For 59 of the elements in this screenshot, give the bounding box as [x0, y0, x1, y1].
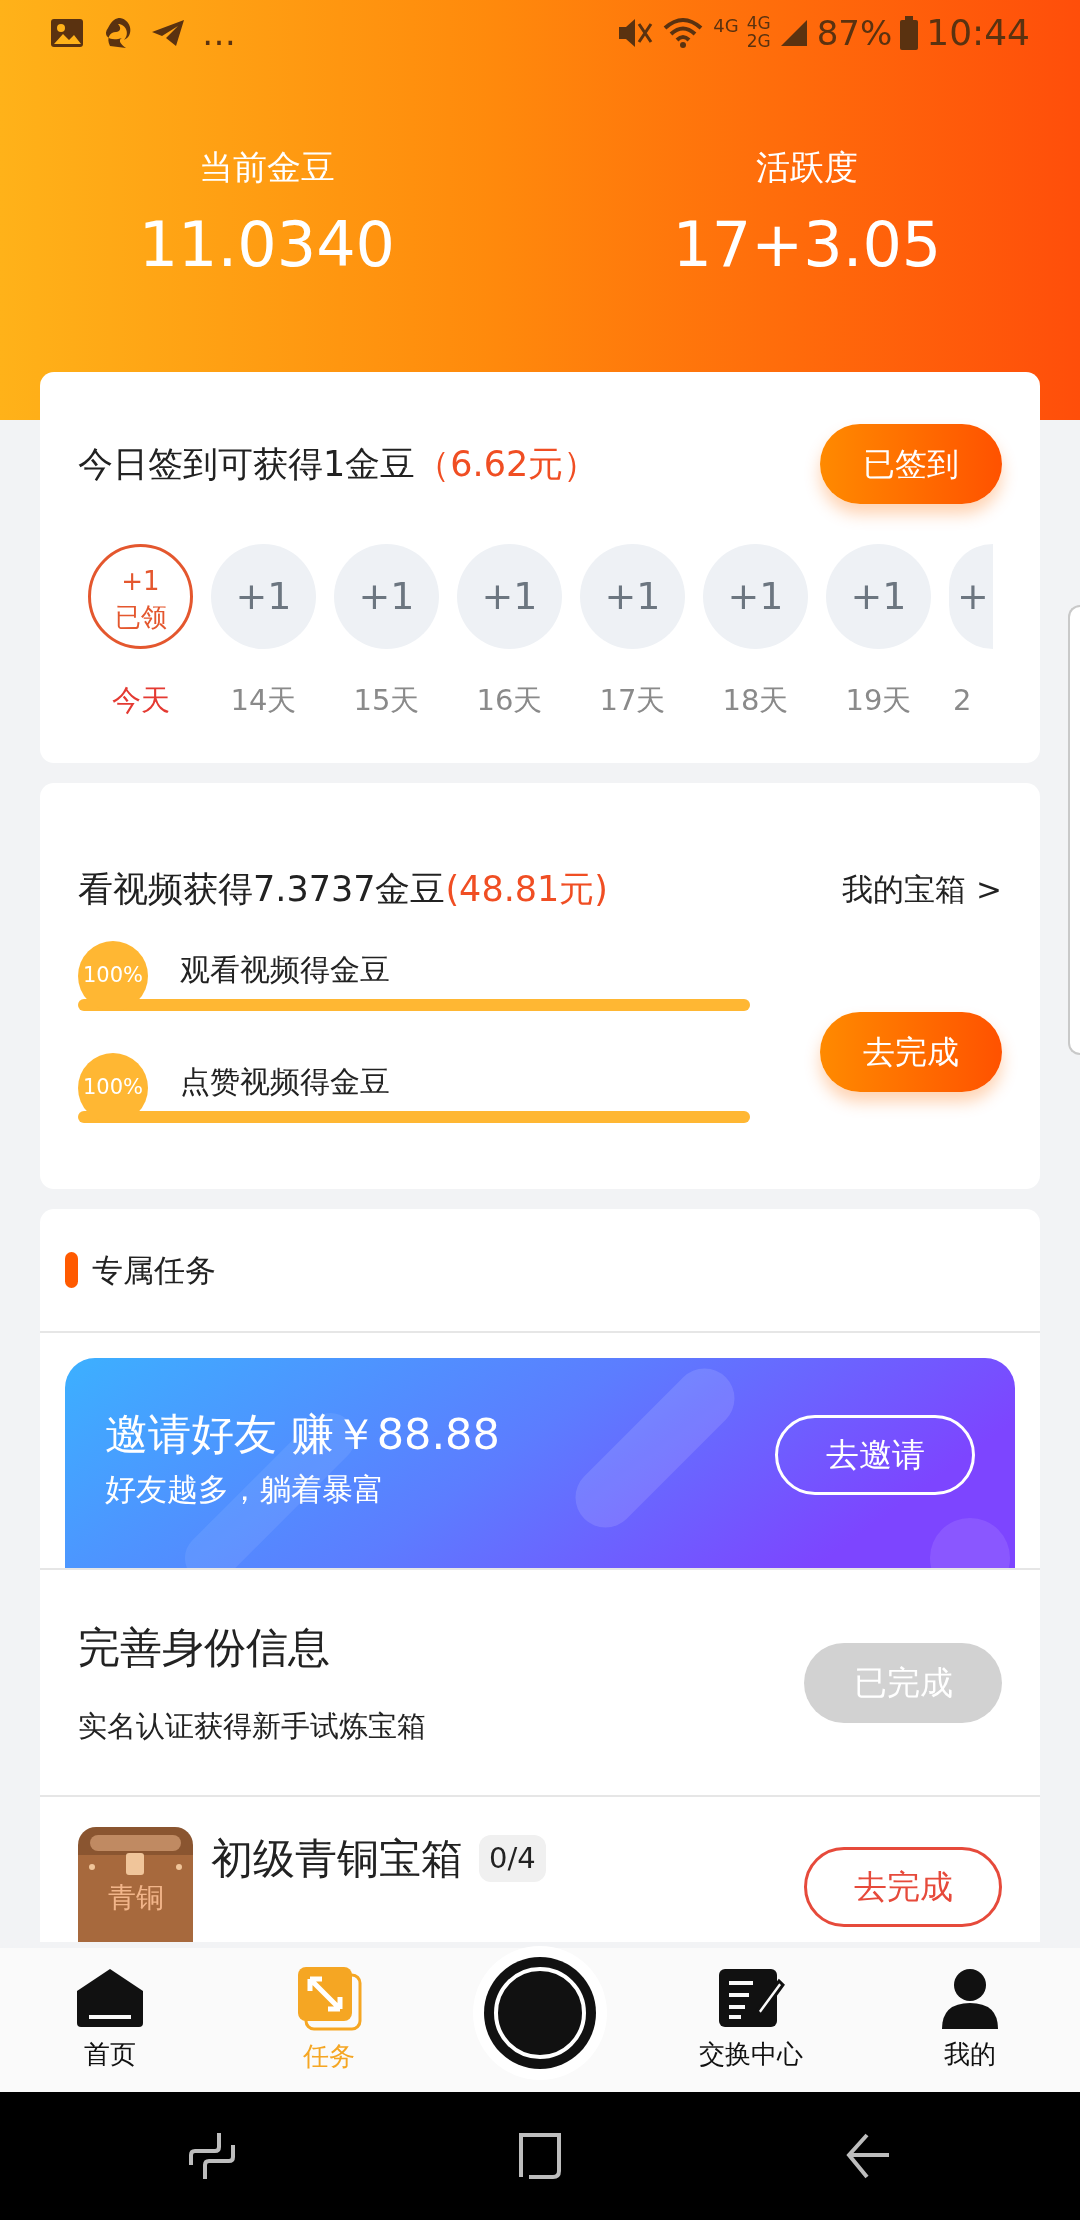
task-description: 实名认证获得新手试炼宝箱	[78, 1708, 426, 1746]
task-label: 观看视频得金豆	[180, 950, 390, 989]
day-label: 18天	[721, 682, 790, 719]
day-label: 16天	[475, 682, 544, 719]
person-icon[interactable]	[940, 1966, 1001, 2029]
banner-title: 邀请好友 赚￥88.88	[105, 1407, 500, 1461]
stat-value: 17+3.05	[672, 211, 942, 280]
home-button-icon[interactable]	[517, 2131, 563, 2181]
checkin-title: 今日签到可获得1金豆（6.62元）	[78, 442, 599, 486]
checkin-button[interactable]: 已签到	[820, 424, 1002, 504]
network-label: 2G	[746, 33, 771, 51]
progress-count: 0/4	[479, 1834, 546, 1883]
network-label: 4G	[713, 14, 739, 38]
my-chest-link[interactable]: 我的宝箱 >	[842, 865, 1002, 912]
recent-apps-icon[interactable]	[189, 2131, 235, 2181]
banner-subtitle: 好友越多，躺着暴富	[105, 1470, 385, 1509]
battery-icon	[900, 16, 919, 50]
tab-item[interactable]: 我的	[895, 1966, 1046, 2074]
paper-plane-icon	[150, 18, 186, 48]
stat-label: 活跃度	[755, 146, 858, 189]
day-label: 15天	[352, 682, 421, 719]
complete-button[interactable]: 去完成	[820, 1012, 1002, 1092]
scroll-handle[interactable]	[1068, 605, 1080, 1055]
task-title: 完善身份信息	[78, 1622, 331, 1675]
notepad-pen-icon[interactable]	[717, 1966, 786, 2029]
day-label: 19天	[844, 682, 913, 719]
image-icon	[50, 18, 84, 48]
day-label: 今天	[110, 682, 171, 719]
day-reward-circle[interactable]: +1	[703, 544, 808, 649]
section-title: 专属任务	[92, 1250, 216, 1290]
day-label: 2	[952, 682, 973, 719]
day-reward-circle[interactable]: +1	[826, 544, 931, 649]
network-label: 4G	[746, 15, 771, 33]
battery-percent: 87%	[816, 11, 893, 55]
more-indicator: …	[202, 11, 236, 55]
chest-icon	[78, 1827, 193, 1942]
invite-button[interactable]: 去邀请	[775, 1415, 975, 1495]
record-button[interactable]	[481, 1955, 598, 2071]
day-label: 17天	[598, 682, 667, 719]
home-icon[interactable]	[74, 1966, 145, 2029]
day-label: 14天	[229, 682, 298, 719]
task-title: 初级青铜宝箱	[211, 1833, 463, 1885]
tab-item[interactable]: 首页	[34, 1966, 185, 2074]
day-reward-circle[interactable]: +1	[211, 544, 316, 649]
tab-item[interactable]: 交换中心	[676, 1966, 827, 2074]
day-reward-circle[interactable]: +1 已领	[88, 544, 193, 649]
stat-value: 11.0340	[138, 211, 396, 280]
stat-label: 当前金豆	[198, 146, 335, 189]
day-reward-circle[interactable]: +1	[457, 544, 562, 649]
task-label: 点赞视频得金豆	[180, 1062, 390, 1101]
clock-time: 10:44	[926, 11, 1030, 55]
chest-label: 青铜	[106, 1880, 165, 1916]
mute-icon	[617, 16, 654, 50]
complete-button[interactable]: 去完成	[804, 1847, 1002, 1927]
back-icon[interactable]	[845, 2131, 891, 2181]
section-marker	[65, 1252, 78, 1288]
day-reward-circle[interactable]: +1	[334, 544, 439, 649]
video-reward-title: 看视频获得7.3737金豆(48.81元)	[78, 867, 608, 911]
day-reward-circle[interactable]: +1	[580, 544, 685, 649]
